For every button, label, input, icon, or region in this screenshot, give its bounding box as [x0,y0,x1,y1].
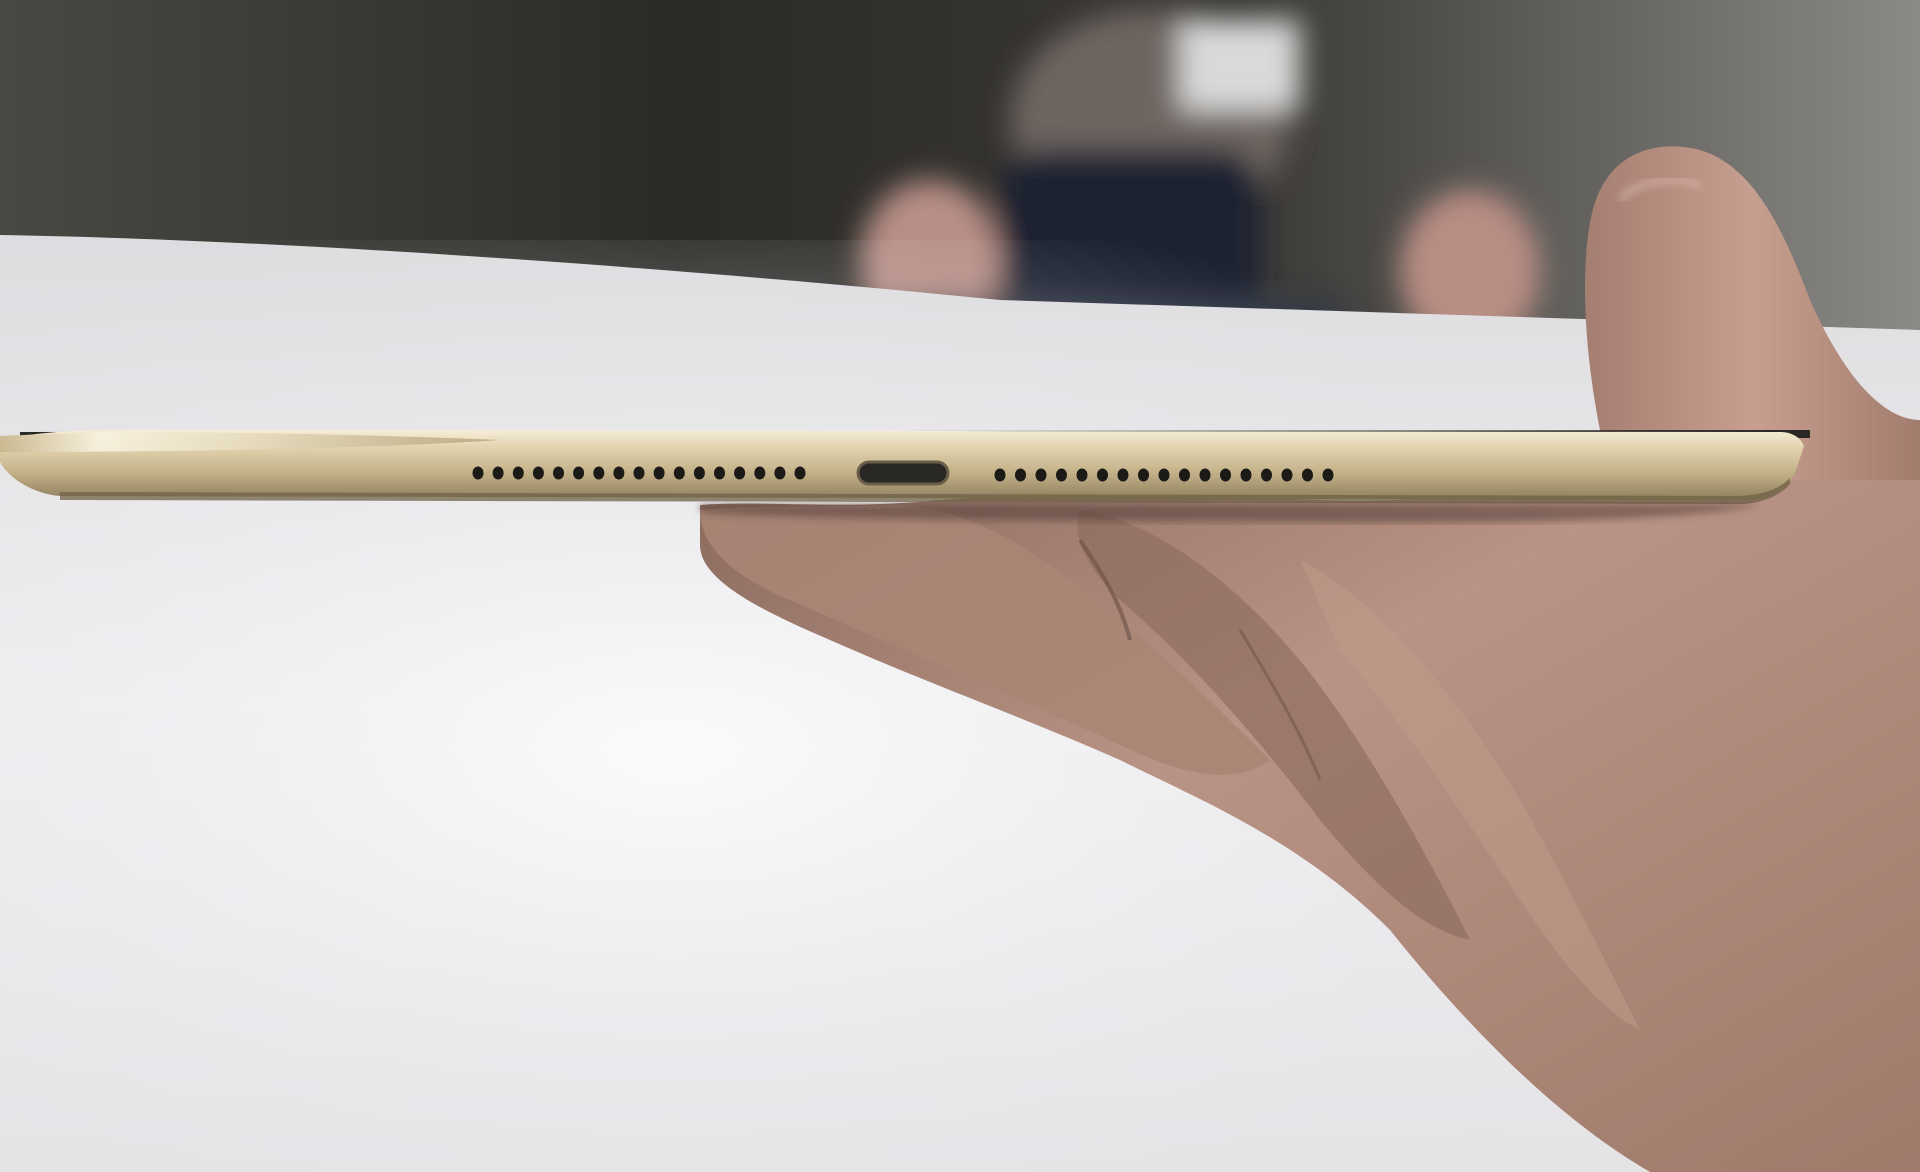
speaker-hole [613,466,625,480]
tablet [0,430,1810,504]
speaker-hole [794,466,806,480]
speaker-hole [1220,468,1231,482]
speaker-hole [1138,468,1149,482]
speaker-hole [532,466,544,480]
photo-canvas [0,0,1920,1172]
speaker-hole [994,468,1006,482]
speaker-hole [593,466,605,480]
speaker-hole [734,466,746,480]
speaker-hole [1117,468,1129,482]
speaker-hole [1097,468,1108,482]
speaker-hole [1261,468,1272,482]
speaker-hole [714,466,725,480]
speaker-hole [774,466,786,480]
lightning-port [856,460,950,486]
speaker-hole [693,466,705,480]
speaker-hole [1076,468,1088,482]
speaker-hole [1302,468,1313,482]
speaker-hole [754,466,766,480]
speaker-hole [492,466,504,480]
photo-scene [0,0,1920,1172]
speaker-hole [633,466,645,480]
speaker-hole [573,466,585,480]
speaker-hole [673,466,685,480]
speaker-hole [1322,468,1334,482]
speaker-hole [1035,468,1047,482]
speaker-hole [1015,468,1026,482]
speaker-hole [1199,468,1211,482]
speaker-hole [1158,468,1170,482]
speaker-hole [1281,468,1293,482]
speaker-hole [1056,468,1067,482]
speaker-hole [512,466,524,480]
speaker-hole [472,466,484,480]
speaker-hole [1179,468,1190,482]
speaker-hole [653,466,665,480]
speaker-hole [553,466,564,480]
speaker-hole [1240,468,1252,482]
